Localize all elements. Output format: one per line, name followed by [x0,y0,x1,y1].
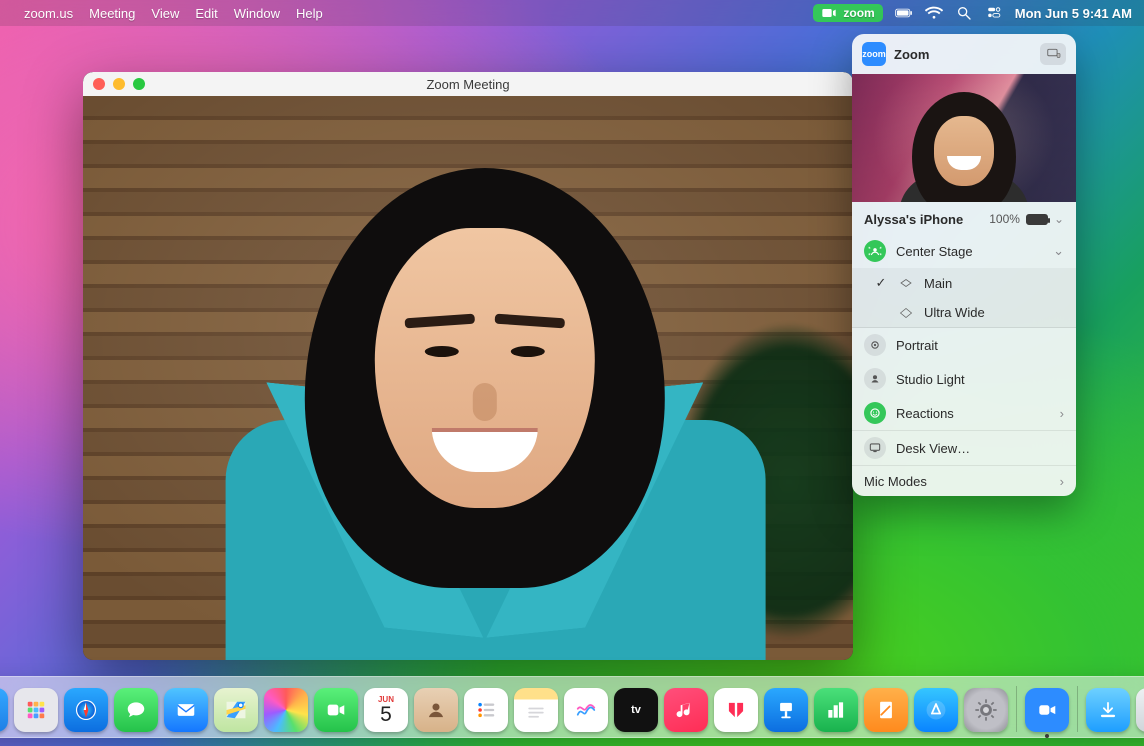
menubar-recording-pill-label: zoom [843,6,874,20]
mic-modes-label: Mic Modes [864,474,927,489]
dock-app-contacts[interactable] [414,688,458,732]
camera-battery-pct: 100% [989,212,1020,226]
check-icon: ✓ [874,275,888,291]
video-effects-panel: zoom Zoom Alyssa's iPhone 100% ⌄ Center … [852,34,1076,496]
studio-light-label: Studio Light [896,372,965,387]
dock-app-finder[interactable] [0,688,8,732]
lens-main-label: Main [924,276,952,291]
lens-ultrawide-row[interactable]: Ultra Wide [852,298,1076,328]
menubar-item-view[interactable]: View [151,6,179,21]
external-display-icon [1045,47,1061,61]
dock-app-messages[interactable] [114,688,158,732]
panel-expand-button[interactable] [1040,43,1066,65]
menubar-spotlight-icon[interactable] [955,4,973,22]
dock-trash[interactable] [1136,688,1144,732]
panel-header: zoom Zoom [852,34,1076,74]
dock-app-music[interactable] [664,688,708,732]
chevron-right-icon: › [1060,474,1064,489]
dock-app-freeform[interactable] [564,688,608,732]
window-title: Zoom Meeting [83,77,853,92]
desk-view-label: Desk View… [896,441,970,456]
lens-icon [898,277,914,289]
menubar-battery-icon[interactable] [895,4,913,22]
camera-device-row[interactable]: Alyssa's iPhone 100% ⌄ [852,204,1076,234]
chevron-right-icon: › [1060,406,1064,421]
dock-app-mail[interactable] [164,688,208,732]
dock-app-photos[interactable] [264,688,308,732]
dock-running-indicator [1045,734,1049,738]
lens-ultrawide-label: Ultra Wide [924,305,985,320]
dock-app-tv[interactable]: tv [614,688,658,732]
reactions-row[interactable]: Reactions › [852,396,1076,431]
dock-app-app-store[interactable] [914,688,958,732]
lens-icon [898,307,914,319]
menubar-item-meeting[interactable]: Meeting [89,6,135,21]
studio-light-row[interactable]: Studio Light [852,362,1076,396]
chevron-down-icon: ⌄ [1054,212,1064,226]
desk-view-icon [864,437,886,459]
dock-app-zoom[interactable] [1025,688,1069,732]
center-stage-icon [864,240,886,262]
main-speaker-person [205,120,765,660]
video-icon [821,5,837,21]
battery-icon [1026,214,1048,225]
reactions-icon [864,402,886,424]
dock: JUN5 tv [0,676,1144,738]
dock-app-keynote[interactable] [764,688,808,732]
menubar-item-edit[interactable]: Edit [195,6,217,21]
zoom-app-icon: zoom [862,42,886,66]
dock-app-numbers[interactable] [814,688,858,732]
camera-device-name: Alyssa's iPhone [864,212,963,227]
dock-app-launchpad[interactable] [14,688,58,732]
dock-app-pages[interactable] [864,688,908,732]
menubar-app-name[interactable]: zoom.us [24,6,73,21]
dock-app-safari[interactable] [64,688,108,732]
menubar: zoom.us Meeting View Edit Window Help zo… [0,0,1144,26]
dock-app-maps[interactable] [214,688,258,732]
panel-app-label: Zoom [894,47,929,62]
dock-app-facetime[interactable] [314,688,358,732]
menubar-datetime[interactable]: Mon Jun 5 9:41 AM [1015,6,1132,21]
menubar-item-help[interactable]: Help [296,6,323,21]
desk-view-row[interactable]: Desk View… [852,431,1076,466]
lens-main-row[interactable]: ✓ Main [852,268,1076,298]
menubar-item-window[interactable]: Window [234,6,280,21]
dock-separator [1077,686,1078,732]
center-stage-row[interactable]: Center Stage ⌄ [852,234,1076,268]
center-stage-label: Center Stage [896,244,973,259]
portrait-icon [864,334,886,356]
self-view-thumbnail[interactable] [852,74,1076,202]
chevron-down-icon: ⌄ [1053,243,1064,259]
menubar-control-center-icon[interactable] [985,4,1003,22]
reactions-label: Reactions [896,406,954,421]
dock-app-system-settings[interactable] [964,688,1008,732]
dock-separator [1016,686,1017,732]
dock-app-calendar[interactable]: JUN5 [364,688,408,732]
dock-app-notes[interactable] [514,688,558,732]
menubar-wifi-icon[interactable] [925,4,943,22]
calendar-day-label: 5 [380,704,392,725]
window-titlebar[interactable]: Zoom Meeting [83,72,853,96]
dock-stack-downloads[interactable] [1086,688,1130,732]
portrait-row[interactable]: Portrait [852,328,1076,362]
menubar-recording-pill[interactable]: zoom [813,4,882,22]
dock-app-news[interactable] [714,688,758,732]
main-video-feed [83,96,853,660]
studio-light-icon [864,368,886,390]
mic-modes-row[interactable]: Mic Modes › [852,466,1076,496]
portrait-label: Portrait [896,338,938,353]
dock-app-reminders[interactable] [464,688,508,732]
zoom-meeting-window: Zoom Meeting [83,72,853,660]
